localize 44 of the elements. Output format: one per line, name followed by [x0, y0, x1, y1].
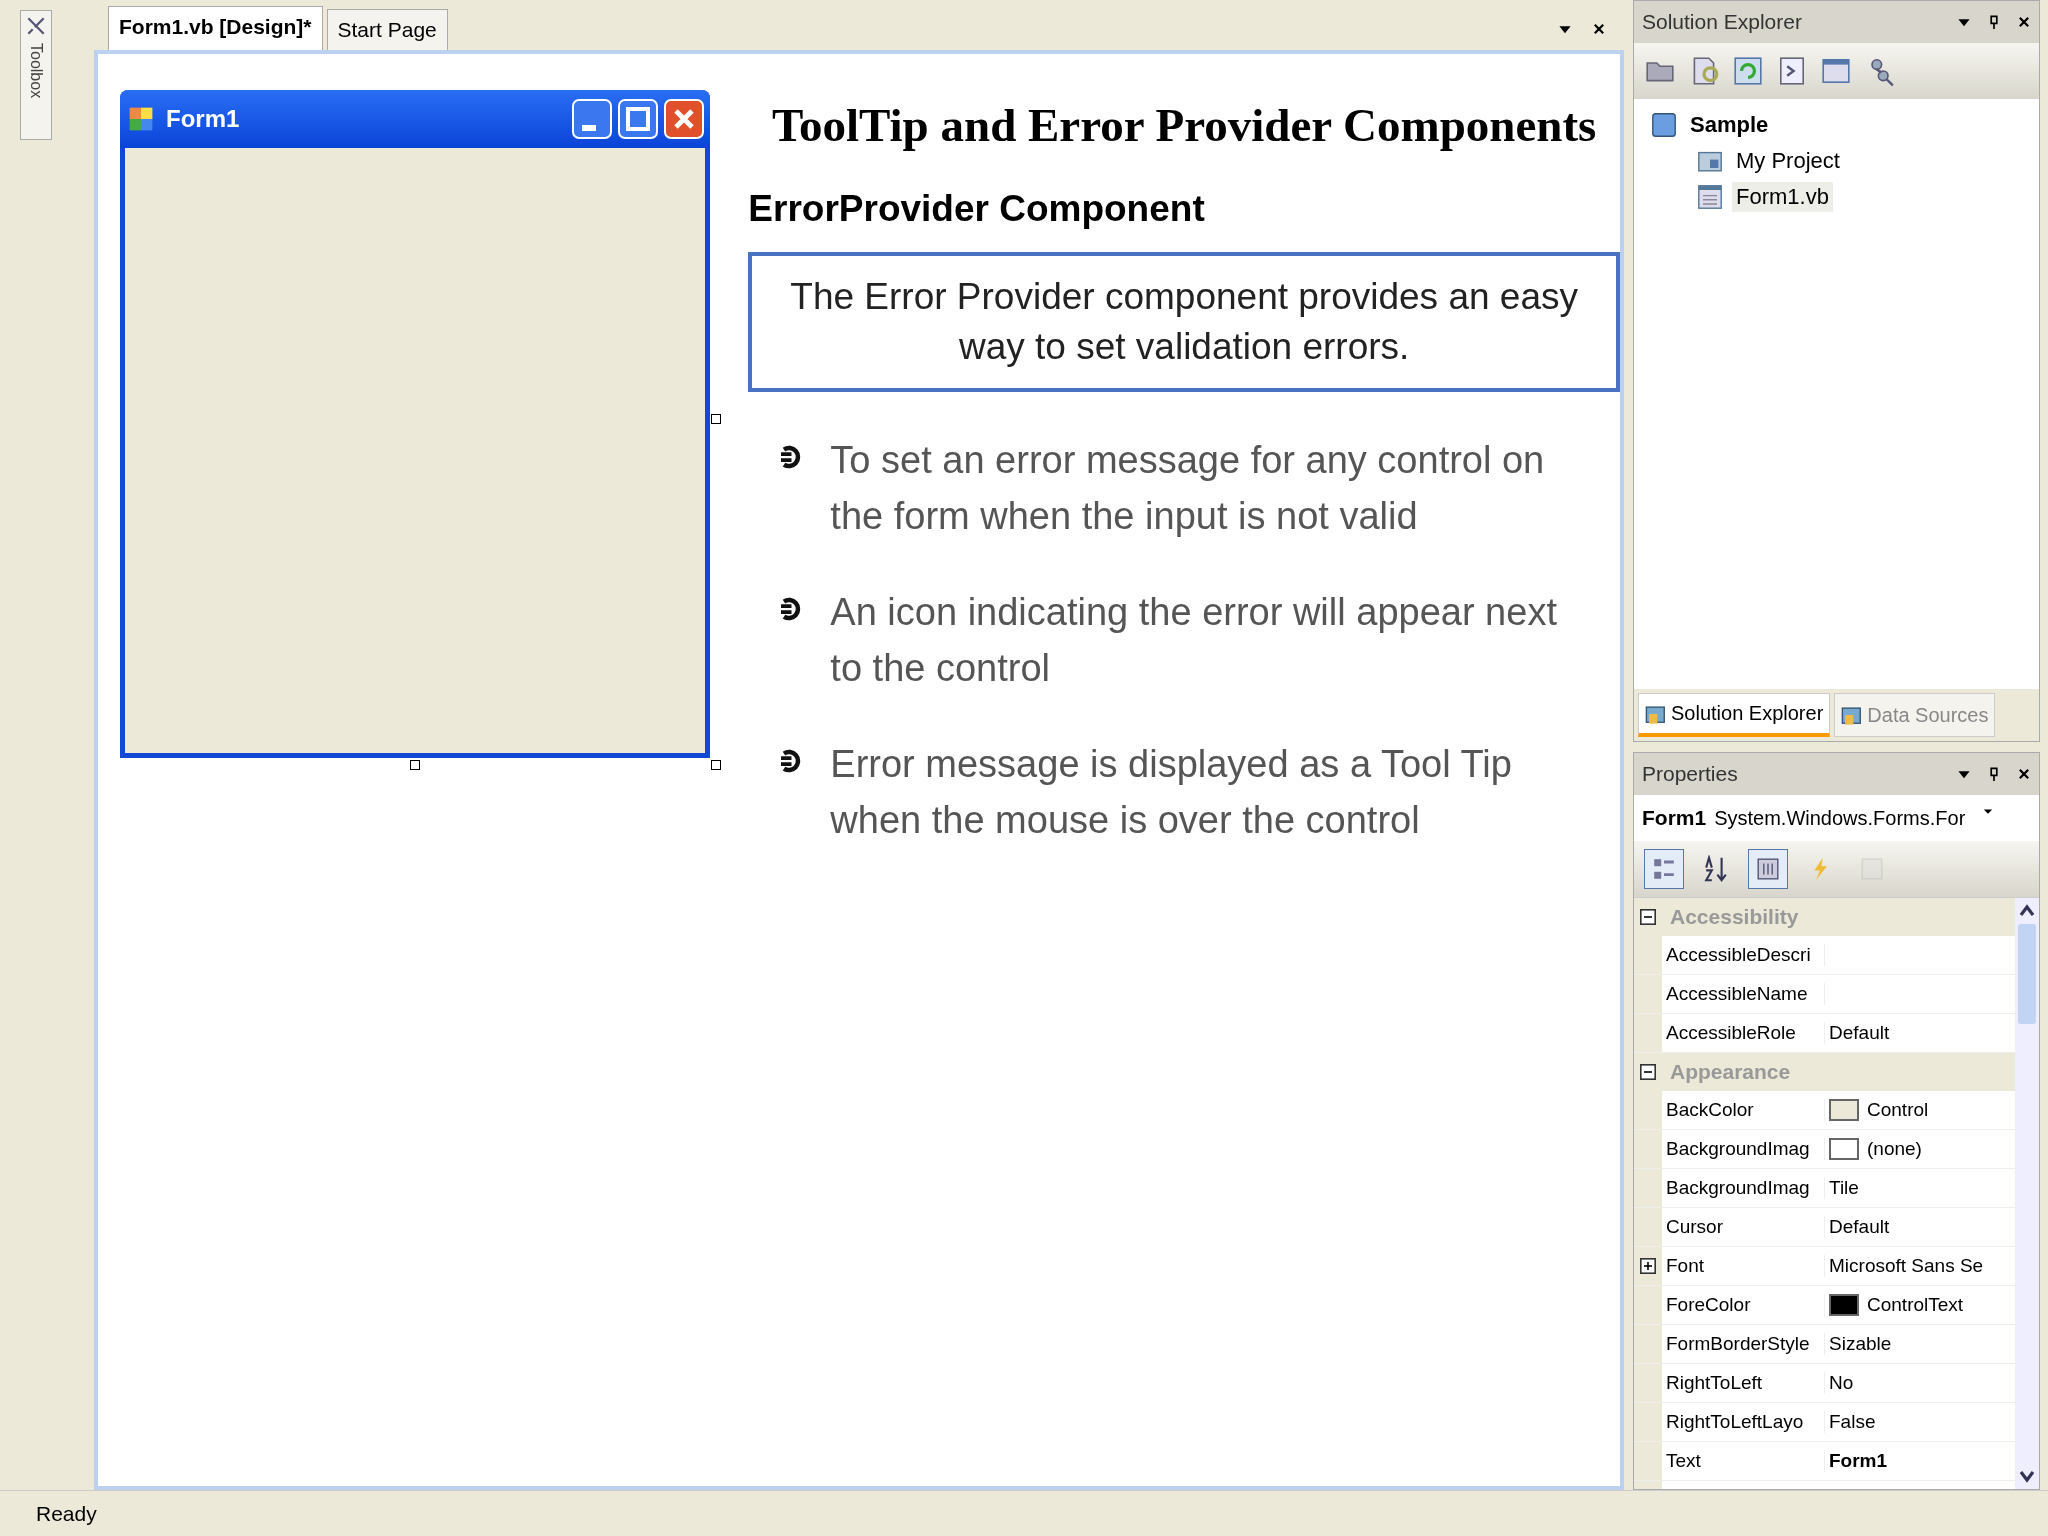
property-name: BackgroundImag	[1662, 1177, 1825, 1199]
property-name: AccessibleName	[1662, 983, 1825, 1005]
property-value[interactable]: No	[1829, 1372, 1854, 1394]
property-value[interactable]: ControlText	[1867, 1294, 1964, 1316]
property-name: ForeColor	[1662, 1294, 1825, 1316]
property-value[interactable]: (none)	[1867, 1138, 1922, 1160]
property-value[interactable]: Microsoft Sans Se	[1829, 1255, 1984, 1277]
panel-tab[interactable]: Solution Explorer	[1638, 693, 1831, 737]
property-value[interactable]: Sizable	[1829, 1333, 1892, 1355]
slide-title: ToolTip and Error Provider Components	[770, 98, 1598, 152]
callout-text: The Error Provider component provides an easy way to set validation errors.	[748, 252, 1620, 392]
tree-item[interactable]: My Project	[1732, 146, 1844, 176]
property-name: BackgroundImag	[1662, 1138, 1825, 1160]
panel-title: Properties	[1642, 762, 1738, 786]
document-tab[interactable]: Start Page	[326, 9, 448, 50]
property-name: BackColor	[1662, 1099, 1825, 1121]
property-name: Text	[1662, 1450, 1825, 1472]
slide-subtitle: ErrorProvider Component	[748, 188, 1206, 230]
property-name: Font	[1662, 1255, 1825, 1277]
property-value[interactable]: Form1	[1829, 1450, 1888, 1472]
property-value[interactable]: Default	[1829, 1022, 1890, 1044]
category-label: Accessibility	[1670, 905, 1799, 929]
bullet-text: An icon indicating the error will appear next to the control	[830, 590, 1558, 691]
form-title: Form1	[166, 105, 240, 133]
panel-title: Solution Explorer	[1642, 10, 1802, 34]
property-name: Cursor	[1662, 1216, 1825, 1238]
bullet-text: Error message is displayed as a Tool Tip when the mouse is over the control	[830, 742, 1513, 843]
property-name: RightToLeft	[1662, 1372, 1825, 1394]
bullet-text: To set an error message for any control on the form when the input is not valid	[830, 438, 1546, 539]
property-name: AccessibleRole	[1662, 1022, 1825, 1044]
tree-item[interactable]: Form1.vb	[1732, 182, 1833, 212]
property-value[interactable]: Control	[1867, 1099, 1929, 1121]
tree-item[interactable]: Sample	[1686, 110, 1773, 140]
property-name: FormBorderStyle	[1662, 1333, 1825, 1355]
property-name: AccessibleDescri	[1662, 944, 1825, 966]
form-window[interactable]: Form1	[120, 90, 710, 758]
property-value[interactable]: Tile	[1829, 1177, 1859, 1199]
document-tab[interactable]: Form1.vb [Design]*	[108, 6, 323, 50]
status-text: Ready	[36, 1501, 97, 1526]
category-label: Appearance	[1670, 1060, 1791, 1084]
toolbox-tab[interactable]: Toolbox	[20, 10, 52, 140]
property-name: RightToLeftLayo	[1662, 1411, 1825, 1433]
property-value[interactable]: Default	[1829, 1216, 1890, 1238]
property-value[interactable]: False	[1829, 1411, 1876, 1433]
